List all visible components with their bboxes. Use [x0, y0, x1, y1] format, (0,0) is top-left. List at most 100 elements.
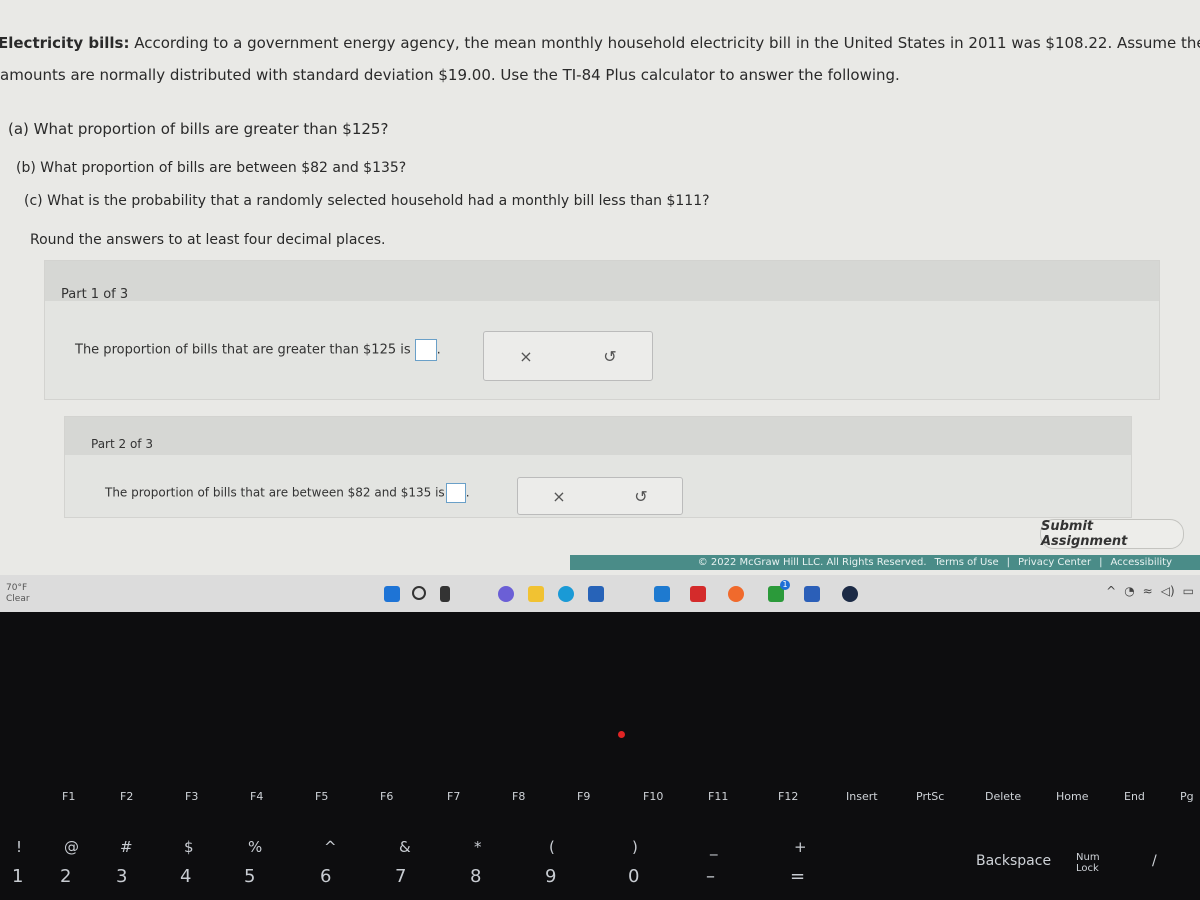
app-l-icon[interactable] — [654, 586, 670, 602]
key-f1[interactable]: F1 — [62, 790, 75, 803]
key-symbol: & — [399, 838, 411, 856]
key-symbol: + — [794, 838, 807, 856]
part-1-label: Part 1 of 3 — [61, 287, 129, 302]
windows-start-icon[interactable] — [384, 586, 400, 602]
part-1-text: The proportion of bills that are greater… — [75, 342, 411, 358]
key-f12[interactable]: F12 — [778, 790, 798, 803]
volume-icon[interactable]: ◁) — [1161, 584, 1175, 598]
footer: © 2022 McGraw Hill LLC. All Rights Reser… — [570, 555, 1200, 570]
key-number[interactable]: 8 — [470, 866, 481, 887]
undo-icon[interactable]: ↺ — [634, 487, 647, 506]
question-c: (c) What is the probability that a rando… — [24, 193, 710, 209]
network-icon[interactable]: ◔ — [1124, 584, 1134, 598]
part-1-answer-input[interactable] — [414, 339, 437, 361]
part-1-header — [45, 261, 1159, 301]
store-icon[interactable] — [588, 586, 604, 602]
mcafee-icon[interactable] — [690, 586, 706, 602]
key-number[interactable]: 5 — [244, 866, 255, 887]
part-2-tools: × ↺ — [517, 477, 683, 515]
browser-screen: Electricity bills: According to a govern… — [0, 0, 1200, 612]
key-f2[interactable]: F2 — [120, 790, 133, 803]
key-number[interactable]: 0 — [628, 866, 639, 887]
key-f5[interactable]: F5 — [315, 790, 328, 803]
privacy-link[interactable]: Privacy Center — [1018, 557, 1091, 568]
key-number[interactable]: 2 — [60, 866, 71, 887]
key-end[interactable]: End — [1124, 790, 1145, 803]
key-symbol: % — [248, 838, 263, 856]
part-1-panel: Part 1 of 3 The proportion of bills that… — [44, 260, 1160, 400]
key-f9[interactable]: F9 — [577, 790, 590, 803]
question-title: Electricity bills: — [0, 34, 130, 52]
chevron-up-icon[interactable]: ^ — [1106, 584, 1116, 598]
key-number[interactable]: 7 — [395, 866, 406, 887]
separator: | — [1099, 557, 1103, 568]
notification-badge: 1 — [780, 580, 790, 590]
key-number[interactable]: 9 — [545, 866, 556, 887]
accessibility-link[interactable]: Accessibility — [1110, 557, 1172, 568]
search-icon[interactable] — [412, 586, 426, 600]
part-2-prompt: The proportion of bills that are between… — [105, 483, 470, 503]
key-prtsc[interactable]: PrtSc — [916, 790, 944, 803]
key-symbol: $ — [184, 838, 194, 856]
key-f4[interactable]: F4 — [250, 790, 263, 803]
battery-icon[interactable]: ▭ — [1183, 584, 1194, 598]
wifi-icon[interactable]: ≈ — [1143, 584, 1153, 598]
part-2-panel: Part 2 of 3 The proportion of bills that… — [64, 416, 1132, 518]
key-symbol: _ — [710, 838, 718, 856]
key-delete[interactable]: Delete — [985, 790, 1021, 803]
clear-icon[interactable]: × — [552, 487, 565, 506]
weather-widget[interactable]: 70°F Clear — [6, 583, 30, 605]
key-symbol: ^ — [324, 838, 337, 856]
key-number[interactable]: 3 — [116, 866, 127, 887]
key-number[interactable]: 6 — [320, 866, 331, 887]
edge-icon[interactable] — [558, 586, 574, 602]
key-number[interactable]: 4 — [180, 866, 191, 887]
clear-icon[interactable]: × — [519, 347, 532, 366]
key-symbol: ( — [549, 838, 555, 856]
key-pg[interactable]: Pg — [1180, 790, 1194, 803]
task-view-icon[interactable] — [440, 586, 450, 602]
key-symbol: # — [120, 838, 133, 856]
key-number[interactable]: = — [790, 866, 805, 887]
key-f3[interactable]: F3 — [185, 790, 198, 803]
key-number[interactable]: – — [706, 866, 715, 887]
key-f7[interactable]: F7 — [447, 790, 460, 803]
question-b: (b) What proportion of bills are between… — [16, 160, 407, 176]
question-a: (a) What proportion of bills are greater… — [8, 120, 389, 138]
key-symbol: ) — [632, 838, 638, 856]
part-2-answer-input[interactable] — [445, 483, 466, 503]
key-symbol: ! — [16, 838, 23, 856]
camera-indicator — [618, 731, 625, 738]
file-explorer-icon[interactable] — [528, 586, 544, 602]
round-instruction: Round the answers to at least four decim… — [30, 232, 386, 248]
part-2-header — [65, 417, 1131, 455]
undo-icon[interactable]: ↺ — [603, 347, 616, 366]
key-insert[interactable]: Insert — [846, 790, 878, 803]
key-slash[interactable]: / — [1152, 854, 1157, 868]
key-home[interactable]: Home — [1056, 790, 1088, 803]
question-intro: Electricity bills: According to a govern… — [0, 34, 1200, 52]
key-num-lock[interactable]: Num Lock — [1076, 852, 1106, 874]
intro-line-1: According to a government energy agency,… — [129, 34, 1200, 52]
teams-chat-icon[interactable] — [498, 586, 514, 602]
submit-assignment-button[interactable]: Submit Assignment — [1040, 519, 1184, 549]
question-intro-2: amounts are normally distributed with st… — [0, 66, 900, 84]
part-2-text: The proportion of bills that are between… — [105, 485, 445, 500]
word-icon[interactable] — [804, 586, 820, 602]
part-1-tools: × ↺ — [483, 331, 653, 381]
key-backspace[interactable]: Backspace — [976, 854, 1051, 868]
key-f10[interactable]: F10 — [643, 790, 663, 803]
key-f6[interactable]: F6 — [380, 790, 393, 803]
key-f11[interactable]: F11 — [708, 790, 728, 803]
weather-condition: Clear — [6, 594, 30, 604]
firefox-icon[interactable] — [728, 586, 744, 602]
terms-link[interactable]: Terms of Use — [935, 557, 999, 568]
steam-icon[interactable] — [842, 586, 858, 602]
weather-temp: 70°F — [6, 583, 28, 593]
separator: | — [1006, 557, 1011, 568]
key-f8[interactable]: F8 — [512, 790, 525, 803]
system-tray: ^ ◔ ≈ ◁) ▭ — [1106, 584, 1194, 598]
xbox-icon[interactable]: 1 — [768, 580, 790, 602]
key-number[interactable]: 1 — [12, 866, 23, 887]
part-2-label: Part 2 of 3 — [91, 437, 153, 451]
